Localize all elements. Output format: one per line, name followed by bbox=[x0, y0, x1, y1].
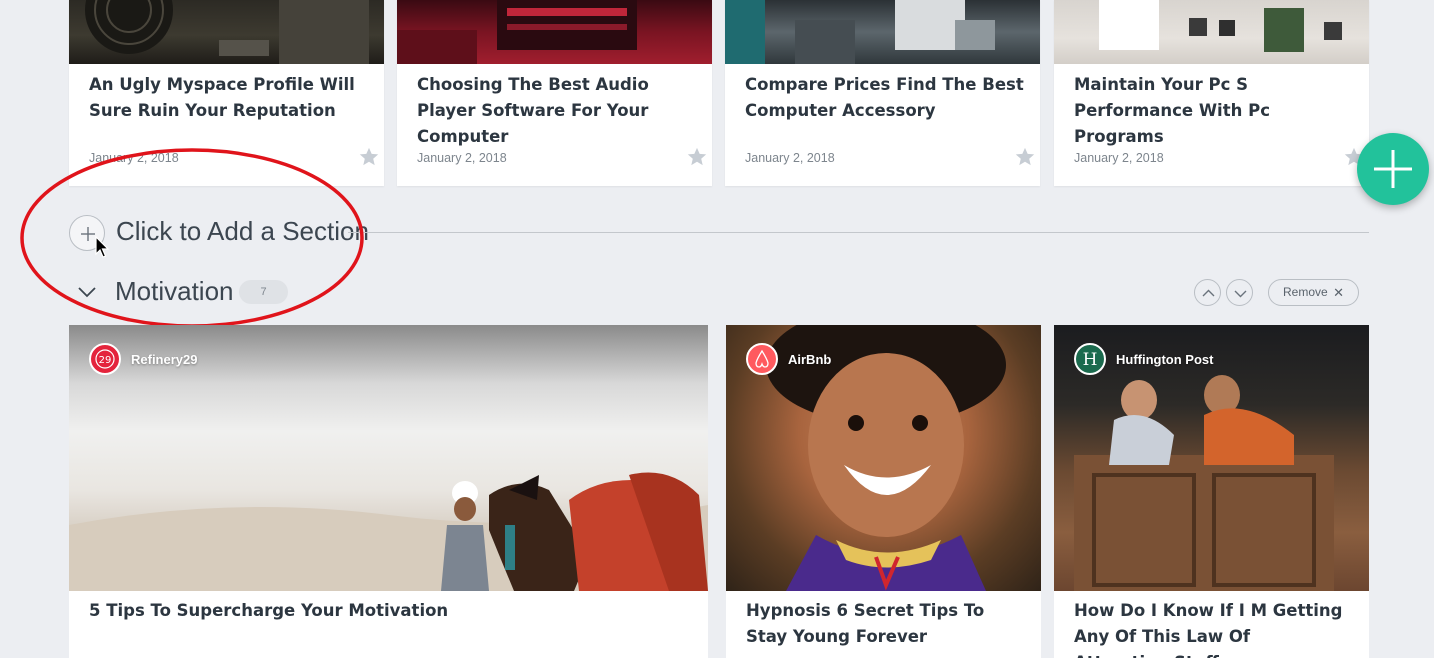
article-title[interactable]: Hypnosis 6 Secret Tips To Stay Young For… bbox=[746, 598, 1021, 650]
article-title[interactable]: 5 Tips To Supercharge Your Motivation bbox=[89, 598, 688, 624]
article-card[interactable]: AirBnb Hypnosis 6 Secret Tips To Stay Yo… bbox=[726, 325, 1041, 658]
divider bbox=[348, 232, 1369, 233]
article-title[interactable]: Choosing The Best Audio Player Software … bbox=[417, 72, 696, 150]
article-thumbnail bbox=[397, 0, 712, 64]
refinery29-logo-icon: 29 bbox=[89, 343, 121, 375]
source-badge: AirBnb bbox=[746, 343, 831, 375]
article-title[interactable]: An Ugly Myspace Profile Will Sure Ruin Y… bbox=[89, 72, 368, 124]
article-date: January 2, 2018 bbox=[417, 151, 507, 165]
source-name: AirBnb bbox=[788, 351, 832, 367]
move-section-down-button[interactable] bbox=[1226, 279, 1253, 306]
star-icon[interactable] bbox=[1014, 146, 1036, 168]
mouse-cursor-icon bbox=[95, 236, 110, 258]
add-fab-button[interactable] bbox=[1357, 133, 1429, 205]
article-card[interactable]: H Huffington Post How Do I Know If I M G… bbox=[1054, 325, 1369, 658]
star-icon[interactable] bbox=[686, 146, 708, 168]
article-card[interactable]: Choosing The Best Audio Player Software … bbox=[397, 0, 712, 186]
count-badge: 7 bbox=[239, 280, 288, 304]
article-card[interactable]: 29 Refinery29 5 Tips To Supercharge Your… bbox=[69, 325, 708, 658]
source-name: Refinery29 bbox=[131, 351, 198, 367]
source-badge: H Huffington Post bbox=[1074, 343, 1213, 375]
article-card[interactable]: Compare Prices Find The Best Computer Ac… bbox=[725, 0, 1040, 186]
article-image: AirBnb bbox=[726, 325, 1041, 591]
article-image: 29 Refinery29 bbox=[69, 325, 708, 591]
article-thumbnail bbox=[1054, 0, 1369, 64]
close-icon: ✕ bbox=[1333, 285, 1344, 300]
svg-text:29: 29 bbox=[99, 355, 112, 366]
remove-label: Remove bbox=[1283, 285, 1328, 299]
article-card[interactable]: An Ugly Myspace Profile Will Sure Ruin Y… bbox=[69, 0, 384, 186]
chevron-up-icon bbox=[1202, 289, 1215, 297]
huffington-post-logo-icon: H bbox=[1074, 343, 1106, 375]
move-section-up-button[interactable] bbox=[1194, 279, 1221, 306]
article-date: January 2, 2018 bbox=[89, 151, 179, 165]
star-icon[interactable] bbox=[358, 146, 380, 168]
chevron-down-icon bbox=[1234, 290, 1247, 298]
article-title[interactable]: How Do I Know If I M Getting Any Of This… bbox=[1074, 598, 1349, 658]
article-thumbnail bbox=[725, 0, 1040, 64]
article-title[interactable]: Compare Prices Find The Best Computer Ac… bbox=[745, 72, 1024, 124]
remove-section-button[interactable]: Remove ✕ bbox=[1268, 279, 1359, 306]
article-image: H Huffington Post bbox=[1054, 325, 1369, 591]
source-name: Huffington Post bbox=[1116, 351, 1214, 367]
airbnb-logo-icon bbox=[746, 343, 778, 375]
plus-icon bbox=[1374, 150, 1412, 188]
article-thumbnail bbox=[69, 0, 384, 64]
svg-text:H: H bbox=[1083, 350, 1098, 370]
article-date: January 2, 2018 bbox=[745, 151, 835, 165]
source-badge: 29 Refinery29 bbox=[89, 343, 197, 375]
add-section-label[interactable]: Click to Add a Section bbox=[116, 216, 369, 247]
article-date: January 2, 2018 bbox=[1074, 151, 1164, 165]
section-title: Motivation bbox=[115, 276, 234, 306]
article-card[interactable]: Maintain Your Pc S Performance With Pc P… bbox=[1054, 0, 1369, 186]
chevron-down-icon[interactable] bbox=[76, 281, 98, 303]
article-title[interactable]: Maintain Your Pc S Performance With Pc P… bbox=[1074, 72, 1353, 150]
